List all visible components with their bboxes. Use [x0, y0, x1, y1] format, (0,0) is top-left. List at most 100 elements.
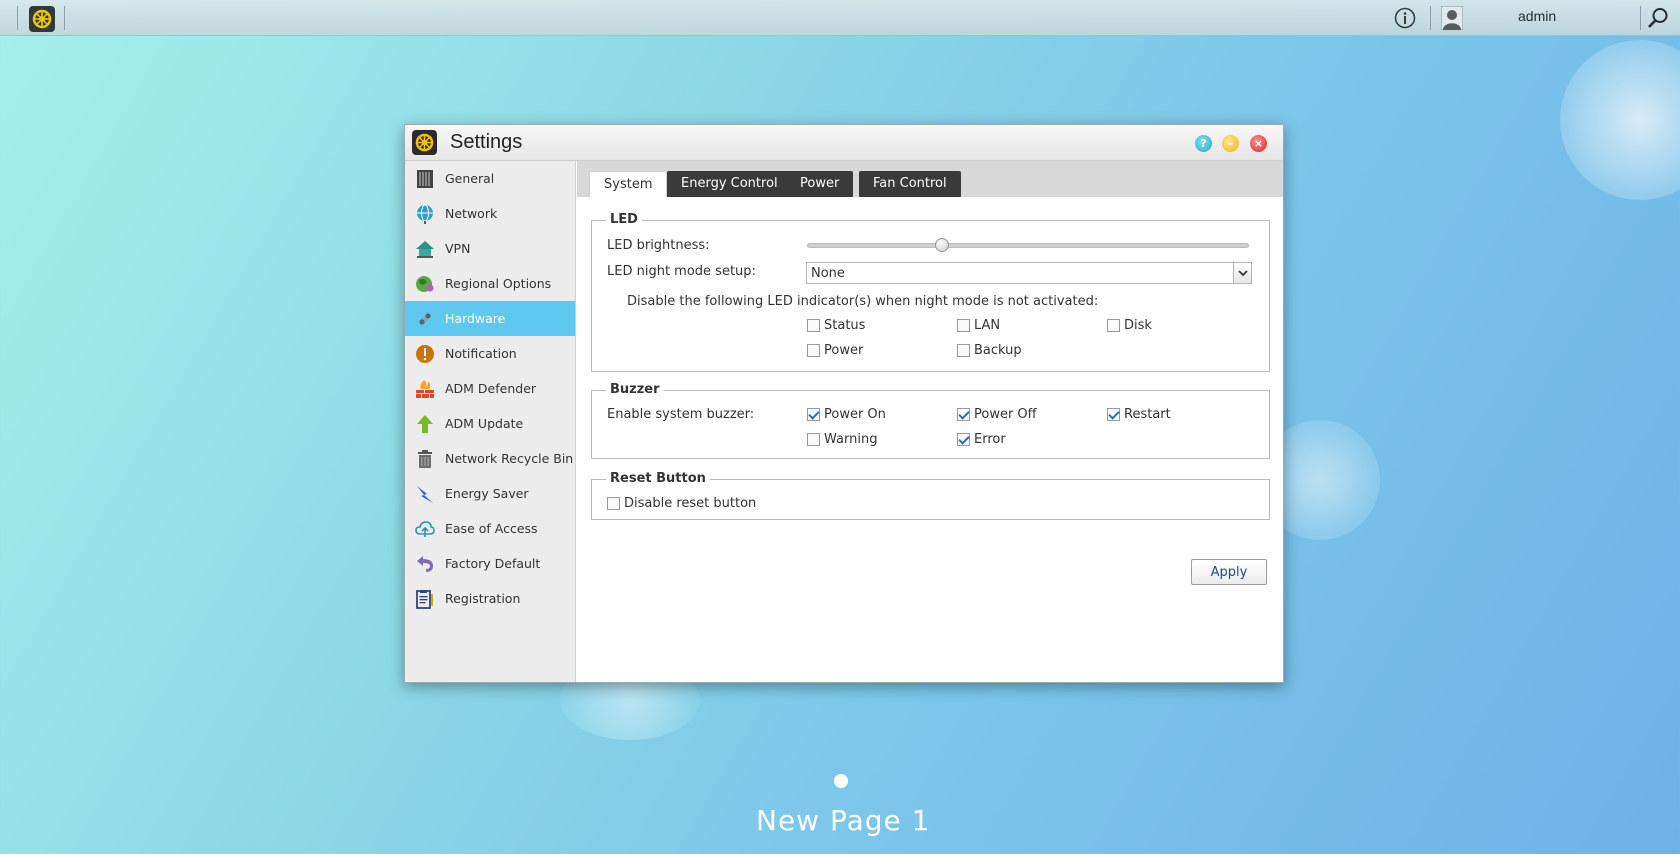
buzzer-power-off-label[interactable]: Power Off	[974, 407, 1037, 422]
top-bar: admin	[0, 0, 1680, 36]
buzzer-restart-label[interactable]: Restart	[1124, 407, 1171, 422]
led-disk-checkbox[interactable]	[1107, 319, 1120, 332]
buzzer-restart-checkbox[interactable]	[1107, 408, 1120, 421]
nas-icon	[417, 170, 433, 188]
settings-window: Settings ? – × General Network VPN Regio…	[404, 124, 1284, 683]
reset-button-group: Reset Button Disable reset button	[591, 471, 1270, 520]
window-title: Settings	[450, 131, 523, 153]
led-night-mode-label: LED night mode setup:	[607, 264, 756, 279]
buzzer-power-on-label[interactable]: Power On	[824, 407, 886, 422]
led-backup-checkbox[interactable]	[957, 344, 970, 357]
chevron-down-icon[interactable]	[1233, 263, 1251, 283]
sidebar-item-label: Regional Options	[445, 276, 552, 291]
led-status-label[interactable]: Status	[824, 318, 865, 333]
arrow-up-icon	[417, 415, 433, 433]
settings-content: System Energy Control Power Fan Control …	[577, 161, 1283, 682]
sidebar-item-adm-update[interactable]: ADM Update	[405, 406, 575, 441]
led-power-label[interactable]: Power	[824, 343, 863, 358]
sidebar-item-label: Network Recycle Bin	[445, 451, 574, 466]
page-indicator-dot[interactable]	[834, 774, 848, 788]
led-status-checkbox[interactable]	[807, 319, 820, 332]
sidebar-item-label: Ease of Access	[445, 521, 538, 536]
disable-reset-checkbox[interactable]	[607, 497, 620, 510]
buzzer-power-on-checkbox[interactable]	[807, 408, 820, 421]
minimize-button[interactable]: –	[1222, 135, 1239, 152]
sidebar-item-notification[interactable]: Notification	[405, 336, 575, 371]
sidebar-item-registration[interactable]: Registration	[405, 581, 575, 616]
globe-icon	[417, 204, 433, 224]
sidebar-item-hardware[interactable]: Hardware	[405, 301, 575, 336]
buzzer-error-checkbox[interactable]	[957, 433, 970, 446]
sidebar-item-factory-default[interactable]: Factory Default	[405, 546, 575, 581]
sidebar-item-label: Notification	[445, 346, 517, 361]
desktop-page-label: New Page 1	[756, 804, 931, 837]
sidebar-item-label: Network	[445, 206, 498, 221]
undo-icon	[417, 556, 433, 572]
top-bar-separator	[1640, 6, 1641, 30]
lightning-icon	[417, 486, 433, 503]
led-lan-checkbox[interactable]	[957, 319, 970, 332]
led-group: LED LED brightness: LED night mode setup…	[591, 212, 1270, 372]
buzzer-legend: Buzzer	[606, 382, 664, 397]
led-disable-description: Disable the following LED indicator(s) w…	[627, 294, 1099, 309]
buzzer-error-label[interactable]: Error	[974, 432, 1006, 447]
led-legend: LED	[606, 212, 642, 227]
buzzer-enable-label: Enable system buzzer:	[607, 407, 755, 422]
led-night-mode-select[interactable]: None	[806, 262, 1252, 284]
buzzer-warning-checkbox[interactable]	[807, 433, 820, 446]
sidebar-item-label: General	[445, 171, 495, 186]
sidebar-item-energy-saver[interactable]: Energy Saver	[405, 476, 575, 511]
window-titlebar[interactable]: Settings ? – ×	[405, 125, 1283, 161]
sidebar-item-vpn[interactable]: VPN	[405, 231, 575, 266]
led-power-checkbox[interactable]	[807, 344, 820, 357]
sidebar-item-label: VPN	[445, 241, 471, 256]
gear-wheel-icon	[32, 9, 52, 29]
close-button[interactable]: ×	[1250, 135, 1267, 152]
sidebar-item-adm-defender[interactable]: ADM Defender	[405, 371, 575, 406]
led-disk-label[interactable]: Disk	[1124, 318, 1152, 333]
settings-sidebar: General Network VPN Regional Options Har…	[405, 161, 576, 682]
led-lan-label[interactable]: LAN	[974, 318, 1000, 333]
disable-reset-label[interactable]: Disable reset button	[624, 496, 756, 511]
led-backup-label[interactable]: Backup	[974, 343, 1022, 358]
tab-fan-control[interactable]: Fan Control	[859, 171, 961, 197]
sidebar-item-label: ADM Update	[445, 416, 524, 431]
sidebar-item-label: ADM Defender	[445, 381, 537, 396]
sidebar-item-label: Registration	[445, 591, 521, 606]
tab-power[interactable]: Power	[786, 171, 854, 197]
info-icon[interactable]	[1394, 7, 1416, 29]
top-bar-separator	[17, 6, 18, 30]
user-icon[interactable]	[1441, 6, 1463, 30]
led-brightness-slider[interactable]	[807, 243, 1249, 248]
led-night-mode-value: None	[811, 266, 845, 281]
top-bar-separator	[1430, 6, 1431, 30]
settings-app-button[interactable]	[29, 6, 55, 32]
apply-button[interactable]: Apply	[1191, 559, 1267, 585]
sidebar-item-network[interactable]: Network	[405, 196, 575, 231]
close-icon: ×	[1253, 137, 1264, 150]
sidebar-item-general[interactable]: General	[405, 161, 575, 196]
buzzer-warning-label[interactable]: Warning	[824, 432, 877, 447]
alert-icon	[416, 345, 434, 363]
sidebar-item-label: Hardware	[445, 311, 506, 326]
tab-system[interactable]: System	[589, 171, 668, 197]
sidebar-item-ease-of-access[interactable]: Ease of Access	[405, 511, 575, 546]
vpn-house-icon	[416, 241, 434, 258]
sidebar-item-label: Energy Saver	[445, 486, 529, 501]
search-icon[interactable]	[1647, 7, 1669, 29]
sidebar-item-regional-options[interactable]: Regional Options	[405, 266, 575, 301]
buzzer-group: Buzzer Enable system buzzer: Power On Po…	[591, 382, 1270, 459]
help-button[interactable]: ?	[1195, 135, 1212, 152]
buzzer-power-off-checkbox[interactable]	[957, 408, 970, 421]
led-brightness-slider-thumb[interactable]	[935, 238, 950, 252]
clipboard-icon	[416, 590, 433, 609]
background-glow	[1560, 40, 1680, 200]
hardware-icon	[418, 312, 432, 326]
tab-energy-control[interactable]: Energy Control	[667, 171, 792, 197]
trash-icon	[418, 450, 432, 468]
sidebar-item-network-recycle-bin[interactable]: Network Recycle Bin	[405, 441, 575, 476]
top-bar-separator	[64, 6, 65, 30]
username-label[interactable]: admin	[1518, 8, 1556, 24]
sidebar-item-label: Factory Default	[445, 556, 541, 571]
reset-legend: Reset Button	[606, 471, 710, 486]
